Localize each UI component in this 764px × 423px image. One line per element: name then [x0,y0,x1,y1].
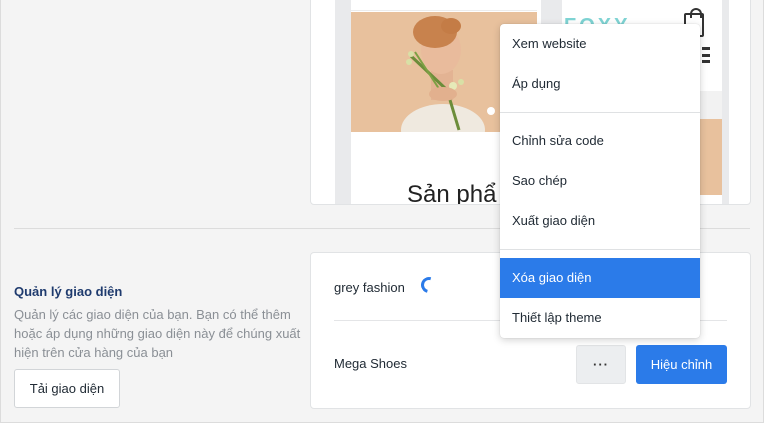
theme-name: grey fashion [334,280,405,295]
theme-actions-menu: Xem website Áp dụng Chỉnh sửa code Sao c… [500,24,700,338]
menu-item-duplicate[interactable]: Sao chép [500,161,700,201]
more-actions-button[interactable]: ··· [576,345,626,384]
spinner-icon [418,274,440,296]
menu-item-delete[interactable]: Xóa giao diện [500,258,700,298]
menu-item-theme-settings[interactable]: Thiết lập theme [500,298,700,338]
theme-name: Mega Shoes [334,356,407,371]
menu-item-view-website[interactable]: Xem website [500,24,700,64]
menu-separator [500,112,700,113]
menu-item-export[interactable]: Xuất giao diện [500,201,700,241]
section-heading: Quản lý giao diện [14,284,123,299]
edit-theme-button[interactable]: Hiệu chỉnh [636,345,727,384]
menu-separator [500,249,700,250]
menu-item-edit-code[interactable]: Chỉnh sửa code [500,121,700,161]
desktop-preview-header [351,0,537,11]
upload-theme-button[interactable]: Tải giao diện [14,369,120,408]
menu-item-apply[interactable]: Áp dụng [500,64,700,104]
section-description: Quản lý các giao diện của bạn. Bạn có th… [14,307,301,360]
hamburger-menu-icon [702,47,710,63]
carousel-dot[interactable] [487,107,495,115]
